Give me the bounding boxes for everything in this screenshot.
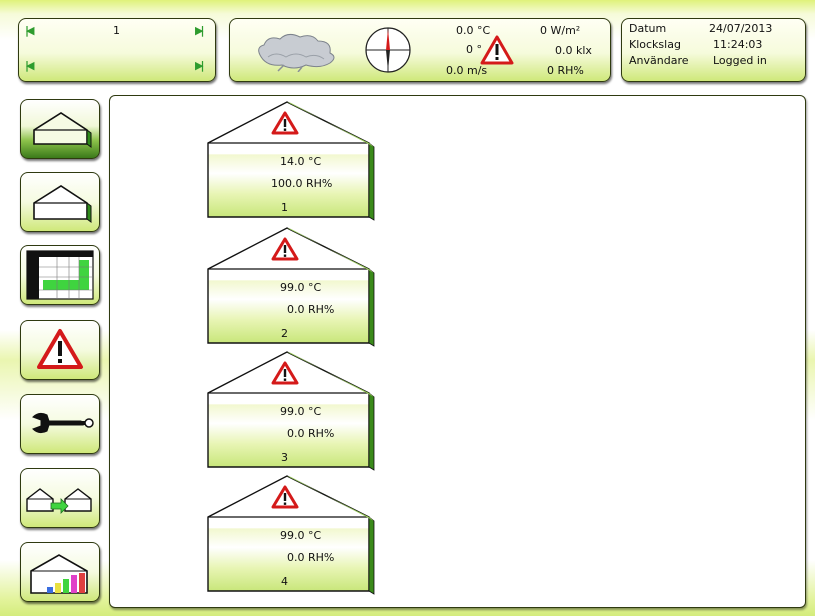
- page-number: 1: [113, 24, 120, 37]
- greenhouse-tile-1[interactable]: 14.0 °C 100.0 RH% 1: [205, 99, 375, 221]
- time-label: Klockslag: [629, 38, 681, 51]
- greenhouse-temperature: 14.0 °C: [280, 155, 322, 168]
- alarm-button[interactable]: [20, 320, 100, 380]
- next-page-icon[interactable]: ▶|: [195, 24, 205, 37]
- greenhouse-number: 2: [281, 327, 288, 340]
- date-value: 24/07/2013: [709, 22, 773, 35]
- greenhouse-humidity: 0.0 RH%: [287, 303, 335, 316]
- greenhouse-icon: [33, 185, 92, 223]
- greenhouse-temperature: 99.0 °C: [280, 405, 322, 418]
- greenhouse-humidity: 0.0 RH%: [287, 551, 335, 564]
- greenhouse-button[interactable]: [20, 172, 100, 232]
- greenhouse-humidity: 0.0 RH%: [287, 427, 335, 440]
- page-navigator: |◀ 1 ▶| |◀ ▶|: [18, 18, 216, 82]
- first-page-icon[interactable]: |◀: [25, 24, 35, 37]
- table-icon: [26, 250, 94, 300]
- weather-alarm-icon: [480, 35, 514, 65]
- greenhouse-tile-2[interactable]: 99.0 °C 0.0 RH% 2: [205, 225, 375, 347]
- table-view-button[interactable]: [20, 245, 100, 305]
- wrench-icon: [32, 412, 94, 434]
- outdoor-humidity: 0 RH%: [547, 64, 584, 77]
- greenhouse-tile-4[interactable]: 99.0 °C 0.0 RH% 4: [205, 473, 375, 595]
- greenhouse-overview-icon: [33, 112, 92, 148]
- greenhouse-tile-3[interactable]: 99.0 °C 0.0 RH% 3: [205, 349, 375, 471]
- info-panel: Datum 24/07/2013 Klockslag 11:24:03 Anvä…: [621, 18, 806, 82]
- solar-radiation: 0 W/m²: [540, 24, 581, 37]
- last-group-icon[interactable]: ▶|: [195, 59, 205, 72]
- weather-panel[interactable]: 0.0 °C 0 ° 0.0 m/s 0 W/m² 0.0 klx 0 RH%: [229, 18, 611, 82]
- greenhouse-transfer-icon: [26, 488, 92, 514]
- greenhouse-number: 4: [281, 575, 288, 588]
- greenhouse-number: 1: [281, 201, 288, 214]
- greenhouse-chart-icon: [30, 554, 88, 594]
- compass-icon: [365, 27, 411, 73]
- greenhouse-humidity: 100.0 RH%: [271, 177, 333, 190]
- cloud-icon: [258, 33, 335, 72]
- overview-button[interactable]: [20, 99, 100, 159]
- greenhouse-number: 3: [281, 451, 288, 464]
- wind-speed: 0.0 m/s: [446, 64, 488, 77]
- tools-button[interactable]: [20, 394, 100, 454]
- statistics-button[interactable]: [20, 542, 100, 602]
- transfer-button[interactable]: [20, 468, 100, 528]
- date-label: Datum: [629, 22, 667, 35]
- greenhouse-temperature: 99.0 °C: [280, 529, 322, 542]
- user-value: Logged in: [713, 54, 767, 67]
- user-label: Användare: [629, 54, 689, 67]
- time-value: 11:24:03: [713, 38, 763, 51]
- light-level: 0.0 klx: [555, 44, 592, 57]
- greenhouse-temperature: 99.0 °C: [280, 281, 322, 294]
- alarm-warning-icon: [37, 329, 83, 369]
- first-group-icon[interactable]: |◀: [25, 59, 35, 72]
